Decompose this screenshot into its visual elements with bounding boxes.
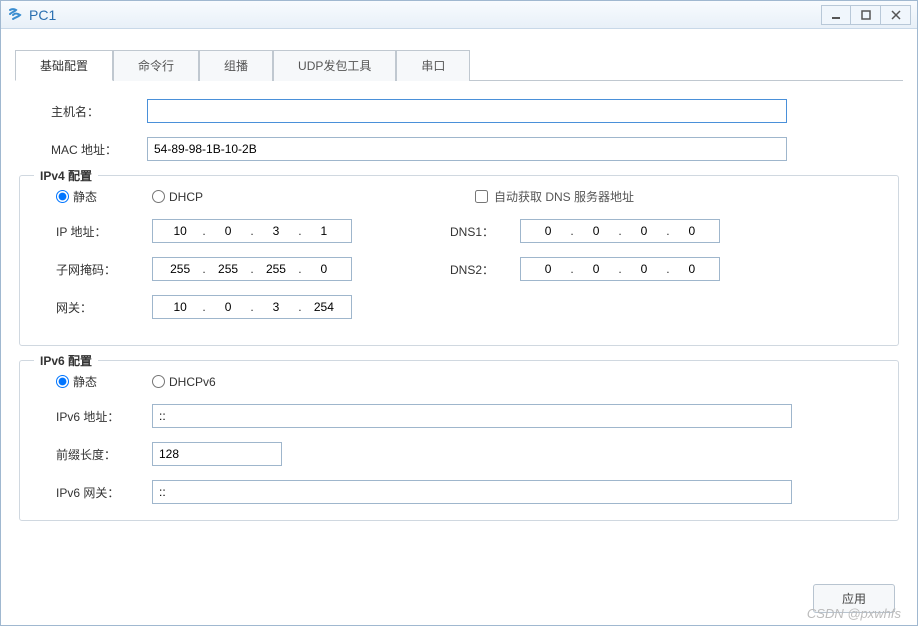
content: 基础配置 命令行 组播 UDP发包工具 串口 主机名： MAC 地址： IPv4… <box>1 29 917 625</box>
hostname-row: 主机名： <box>15 99 903 123</box>
ipv6-prefix-label: 前缀长度： <box>56 446 152 463</box>
ipv4-dhcp-radio-input[interactable] <box>152 190 165 203</box>
ipv6-mode-row: 静态 DHCPv6 <box>20 373 898 390</box>
tab-cli[interactable]: 命令行 <box>113 50 199 81</box>
close-button[interactable] <box>881 5 911 25</box>
ipv4-ip-input[interactable]: . . . <box>152 219 352 243</box>
tab-bar: 基础配置 命令行 组播 UDP发包工具 串口 <box>15 49 903 81</box>
ipv6-fieldset: IPv6 配置 静态 DHCPv6 IPv6 地址： 前缀长度： <box>19 360 899 521</box>
hostname-label: 主机名： <box>51 103 147 120</box>
ipv4-static-radio[interactable]: 静态 <box>56 188 152 205</box>
ipv6-addr-input[interactable] <box>152 404 792 428</box>
tab-udp[interactable]: UDP发包工具 <box>273 50 396 81</box>
ipv4-static-radio-input[interactable] <box>56 190 69 203</box>
dns2-label: DNS2： <box>450 261 520 278</box>
ipv6-gw-input[interactable] <box>152 480 792 504</box>
hostname-input[interactable] <box>147 99 787 123</box>
ipv6-dhcp-radio[interactable]: DHCPv6 <box>152 375 216 389</box>
mac-label: MAC 地址： <box>51 141 147 158</box>
window-title: PC1 <box>29 7 821 23</box>
ipv6-gw-label: IPv6 网关： <box>56 484 152 501</box>
ipv6-static-radio-input[interactable] <box>56 375 69 388</box>
app-icon <box>7 7 23 23</box>
tab-serial[interactable]: 串口 <box>396 50 470 81</box>
ipv6-addr-label: IPv6 地址： <box>56 408 152 425</box>
tab-basic[interactable]: 基础配置 <box>15 50 113 81</box>
ipv4-gw-row: 网关： . . . <box>20 295 898 319</box>
ipv4-autodns-checkbox-input[interactable] <box>475 190 488 203</box>
ipv6-addr-row: IPv6 地址： <box>20 404 898 428</box>
window-buttons <box>821 5 911 25</box>
ipv4-legend: IPv4 配置 <box>34 167 98 184</box>
dns1-label: DNS1： <box>450 223 520 240</box>
ipv4-autodns-checkbox[interactable]: 自动获取 DNS 服务器地址 <box>475 188 634 205</box>
dns2-input[interactable]: . . . <box>520 257 720 281</box>
ipv4-fieldset: IPv4 配置 静态 DHCP 自动获取 DNS 服务器地址 IP 地址： <box>19 175 899 346</box>
ipv6-dhcp-radio-input[interactable] <box>152 375 165 388</box>
ipv4-mode-row: 静态 DHCP 自动获取 DNS 服务器地址 <box>20 188 898 205</box>
ipv4-mask-label: 子网掩码： <box>56 261 152 278</box>
ipv6-gw-row: IPv6 网关： <box>20 480 898 504</box>
mac-row: MAC 地址： <box>15 137 903 161</box>
ipv6-static-radio[interactable]: 静态 <box>56 373 152 390</box>
window: PC1 基础配置 命令行 组播 UDP发包工具 串口 主机名： MAC 地址： … <box>0 0 918 626</box>
ipv4-ip-row: IP 地址： . . . DNS1： . . . <box>20 219 898 243</box>
ipv6-legend: IPv6 配置 <box>34 352 98 369</box>
ipv6-prefix-row: 前缀长度： <box>20 442 898 466</box>
ipv4-dhcp-radio[interactable]: DHCP <box>152 190 203 204</box>
apply-button[interactable]: 应用 <box>813 584 895 613</box>
titlebar: PC1 <box>1 1 917 29</box>
dns1-input[interactable]: . . . <box>520 219 720 243</box>
ipv6-prefix-input[interactable] <box>152 442 282 466</box>
ipv4-gw-label: 网关： <box>56 299 152 316</box>
apply-row: 应用 <box>813 584 895 613</box>
minimize-button[interactable] <box>821 5 851 25</box>
mac-input[interactable] <box>147 137 787 161</box>
tab-multicast[interactable]: 组播 <box>199 50 273 81</box>
ipv4-mask-input[interactable]: . . . <box>152 257 352 281</box>
ipv4-mask-row: 子网掩码： . . . DNS2： . . . <box>20 257 898 281</box>
ipv4-ip-label: IP 地址： <box>56 223 152 240</box>
ipv4-gw-input[interactable]: . . . <box>152 295 352 319</box>
maximize-button[interactable] <box>851 5 881 25</box>
